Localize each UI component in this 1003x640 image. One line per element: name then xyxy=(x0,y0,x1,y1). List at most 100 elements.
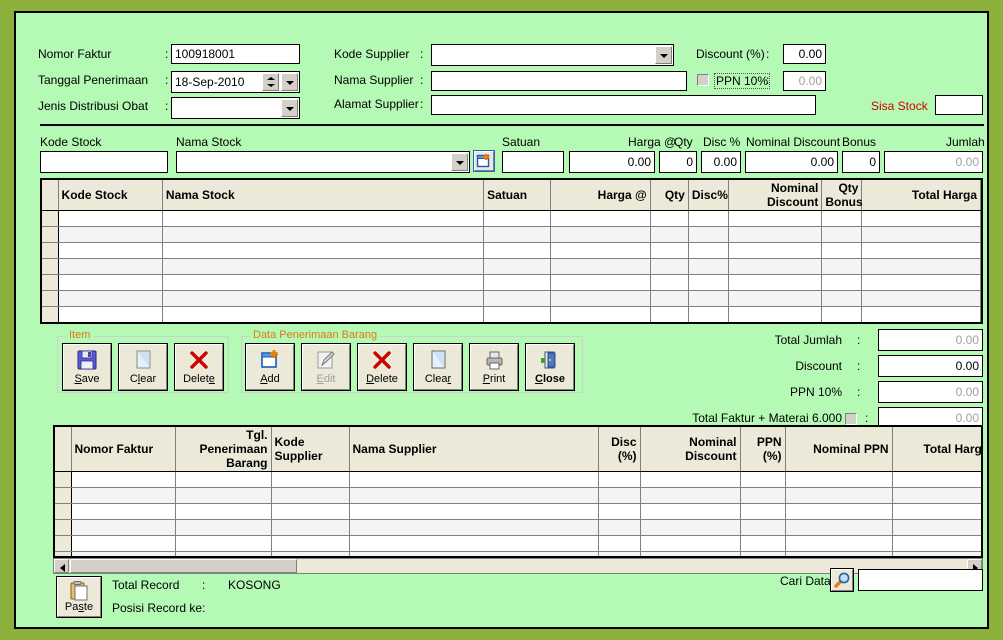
table-cell[interactable] xyxy=(58,307,162,323)
column-header[interactable]: Disc(%) xyxy=(598,427,640,472)
table-cell[interactable] xyxy=(484,291,551,307)
table-row[interactable] xyxy=(55,536,983,552)
table-row[interactable] xyxy=(55,472,983,488)
table-cell[interactable] xyxy=(598,536,640,552)
table-cell[interactable] xyxy=(688,291,728,307)
table-row[interactable] xyxy=(42,275,981,291)
table-cell[interactable] xyxy=(640,488,740,504)
table-row[interactable] xyxy=(42,243,981,259)
table-cell[interactable] xyxy=(598,504,640,520)
table-cell[interactable] xyxy=(785,536,892,552)
row-selector[interactable] xyxy=(42,323,58,325)
table-cell[interactable] xyxy=(162,275,483,291)
table-cell[interactable] xyxy=(822,227,862,243)
table-cell[interactable] xyxy=(349,488,598,504)
table-cell[interactable] xyxy=(484,211,551,227)
ppn-checkbox[interactable] xyxy=(697,74,709,86)
table-row[interactable] xyxy=(55,520,983,536)
table-cell[interactable] xyxy=(162,259,483,275)
column-header[interactable]: Qty xyxy=(650,180,688,211)
table-cell[interactable] xyxy=(862,291,981,307)
chevron-down-icon[interactable] xyxy=(451,153,468,171)
table-cell[interactable] xyxy=(729,243,822,259)
table-cell[interactable] xyxy=(349,536,598,552)
table-cell[interactable] xyxy=(162,307,483,323)
table-cell[interactable] xyxy=(349,504,598,520)
table-cell[interactable] xyxy=(892,520,983,536)
discount-percent-input[interactable]: 0.00 xyxy=(783,44,826,64)
table-cell[interactable] xyxy=(484,307,551,323)
table-cell[interactable] xyxy=(162,291,483,307)
table-cell[interactable] xyxy=(58,243,162,259)
row-selector[interactable] xyxy=(55,520,71,536)
table-cell[interactable] xyxy=(892,472,983,488)
table-cell[interactable] xyxy=(162,211,483,227)
cari-data-button[interactable] xyxy=(831,569,853,591)
row-selector[interactable] xyxy=(55,504,71,520)
kode-supplier-select[interactable] xyxy=(431,44,674,66)
table-cell[interactable] xyxy=(892,504,983,520)
nomor-faktur-input[interactable]: 100918001 xyxy=(171,44,300,64)
table-cell[interactable] xyxy=(729,291,822,307)
nominal-discount-input[interactable]: 0.00 xyxy=(745,151,838,173)
table-cell[interactable] xyxy=(688,211,728,227)
table-row[interactable] xyxy=(42,291,981,307)
column-header[interactable]: QtyBonus xyxy=(822,180,862,211)
column-header[interactable]: KodeSupplier xyxy=(271,427,349,472)
table-cell[interactable] xyxy=(71,504,175,520)
nama-supplier-input[interactable] xyxy=(431,71,687,91)
table-cell[interactable] xyxy=(640,504,740,520)
column-header[interactable]: Nomor Faktur xyxy=(71,427,175,472)
table-cell[interactable] xyxy=(650,275,688,291)
materai-checkbox[interactable] xyxy=(845,413,857,425)
table-cell[interactable] xyxy=(162,243,483,259)
scroll-left-button[interactable] xyxy=(54,559,69,573)
table-cell[interactable] xyxy=(551,227,650,243)
table-cell[interactable] xyxy=(58,323,162,325)
column-header[interactable]: Nama Stock xyxy=(162,180,483,211)
table-cell[interactable] xyxy=(740,472,785,488)
table-cell[interactable] xyxy=(640,472,740,488)
table-cell[interactable] xyxy=(862,275,981,291)
table-cell[interactable] xyxy=(650,259,688,275)
table-cell[interactable] xyxy=(58,291,162,307)
table-cell[interactable] xyxy=(551,275,650,291)
disc-percent-input[interactable]: 0.00 xyxy=(701,151,741,173)
table-cell[interactable] xyxy=(740,520,785,536)
table-cell[interactable] xyxy=(862,211,981,227)
table-cell[interactable] xyxy=(175,504,271,520)
table-cell[interactable] xyxy=(551,291,650,307)
column-header[interactable]: NominalDiscount xyxy=(640,427,740,472)
table-cell[interactable] xyxy=(551,323,650,325)
table-cell[interactable] xyxy=(822,211,862,227)
column-header[interactable]: Kode Stock xyxy=(58,180,162,211)
table-cell[interactable] xyxy=(785,504,892,520)
column-header[interactable]: Tgl. PenerimaanBarang xyxy=(175,427,271,472)
table-cell[interactable] xyxy=(822,259,862,275)
bonus-input[interactable]: 0 xyxy=(842,151,880,173)
table-cell[interactable] xyxy=(175,536,271,552)
table-cell[interactable] xyxy=(271,520,349,536)
table-cell[interactable] xyxy=(640,536,740,552)
row-selector[interactable] xyxy=(42,227,58,243)
table-cell[interactable] xyxy=(862,259,981,275)
table-cell[interactable] xyxy=(175,488,271,504)
column-header[interactable]: Disc% xyxy=(688,180,728,211)
table-cell[interactable] xyxy=(349,472,598,488)
table-cell[interactable] xyxy=(688,259,728,275)
row-selector[interactable] xyxy=(42,275,58,291)
table-cell[interactable] xyxy=(162,323,483,325)
table-cell[interactable] xyxy=(551,211,650,227)
row-selector[interactable] xyxy=(55,488,71,504)
table-cell[interactable] xyxy=(71,520,175,536)
table-cell[interactable] xyxy=(640,520,740,536)
table-cell[interactable] xyxy=(862,243,981,259)
row-selector[interactable] xyxy=(55,472,71,488)
table-cell[interactable] xyxy=(729,275,822,291)
table-cell[interactable] xyxy=(71,536,175,552)
table-cell[interactable] xyxy=(349,520,598,536)
row-selector[interactable] xyxy=(42,259,58,275)
table-cell[interactable] xyxy=(71,472,175,488)
paste-button[interactable]: Paste xyxy=(57,577,101,617)
column-header[interactable]: Nama Supplier xyxy=(349,427,598,472)
